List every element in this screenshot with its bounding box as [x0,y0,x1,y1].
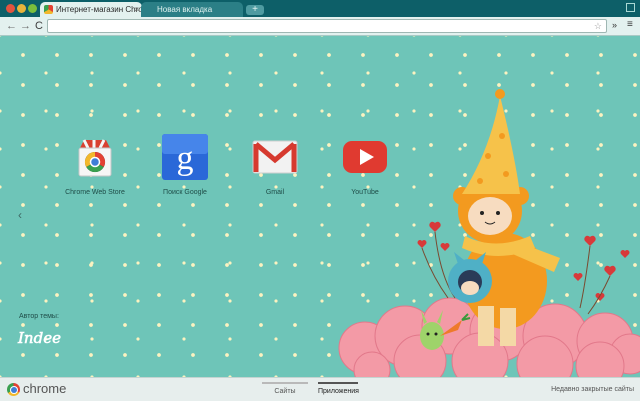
footer-brand: chrome [23,381,67,396]
app-label: Поиск Google [163,189,207,196]
fullscreen-icon[interactable] [626,3,635,12]
svg-text:g: g [177,140,194,177]
page-prev-arrow-icon[interactable]: ‹ [18,208,22,222]
recently-closed-menu[interactable]: Недавно закрытые сайты [551,386,634,393]
google-search-icon: g [162,134,208,180]
new-tab-button[interactable]: + [246,5,264,15]
tab-new-tab[interactable]: Новая вкладка [141,2,243,17]
app-tile-youtube[interactable]: YouTube [320,132,410,196]
app-label: Chrome Web Store [65,189,125,196]
app-tile-gmail[interactable]: Gmail [230,132,320,196]
new-tab-page: Chrome Web Store g Поиск Google Gmail Yo… [0,36,640,377]
reload-button[interactable]: C [35,19,43,33]
chrome-logo-icon [7,383,20,396]
app-tile-chrome-web-store[interactable]: Chrome Web Store [50,132,140,196]
footer-tab-apps[interactable]: Приложения [318,382,359,395]
app-label: Gmail [265,189,285,196]
extensions-overflow-button[interactable]: » [612,20,617,30]
tab-label: Интернет-магазин Chrome [56,5,142,14]
window-zoom-button[interactable] [28,4,37,13]
app-tile-google-search[interactable]: g Поиск Google [140,132,230,196]
app-label: YouTube [351,189,379,196]
author-logo-text: Indee pop [17,329,62,347]
chrome-menu-button[interactable]: ≡ [627,19,633,30]
gmail-icon [252,140,298,174]
bookmark-star-icon[interactable]: ☆ [594,20,602,32]
back-button[interactable]: ← [6,19,17,33]
browser-toolbar: ← → C ☆ » ≡ [0,17,640,36]
chrome-web-store-icon [78,139,112,177]
chrome-web-store-favicon-icon [44,5,53,14]
omnibox[interactable]: ☆ [47,19,607,33]
window-titlebar: Интернет-магазин Chrome × Новая вкладка … [0,0,640,17]
tab-close-icon[interactable]: × [134,2,139,17]
tab-web-store[interactable]: Интернет-магазин Chrome × [40,2,142,17]
theme-author-label: Автор темы: [19,313,59,320]
ntp-footer: chrome Сайты Приложения Недавно закрытые… [0,377,640,401]
theme-author-logo[interactable]: Indee pop [14,323,62,367]
forward-button[interactable]: → [20,19,31,33]
youtube-icon [343,141,387,173]
theme-illustration [338,89,640,377]
tab-label: Новая вкладка [157,5,213,14]
footer-tab-sites[interactable]: Сайты [262,382,308,395]
window-minimize-button[interactable] [17,4,26,13]
window-close-button[interactable] [6,4,15,13]
